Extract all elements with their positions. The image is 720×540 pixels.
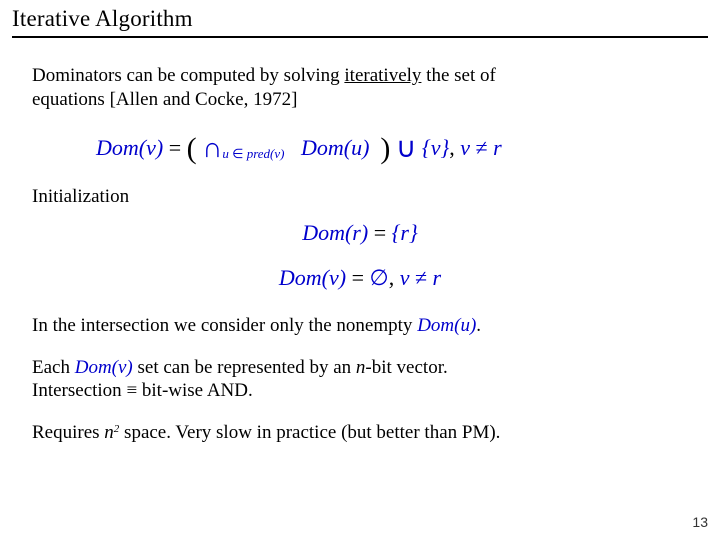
- empty-set-icon: ∅: [370, 265, 389, 290]
- note-bv-d: Intersection: [32, 380, 126, 401]
- eq-rparen: ): [380, 132, 390, 165]
- eq1-domr: Dom(r): [302, 220, 368, 245]
- note-int-domu: Dom(u): [417, 315, 476, 336]
- note-bv-e: bit-wise AND.: [137, 380, 253, 401]
- eq2-v: v: [400, 265, 415, 290]
- eq1-equals: =: [368, 220, 391, 245]
- page-number: 13: [692, 514, 708, 530]
- title-area: Iterative Algorithm: [0, 0, 720, 38]
- note-int-a: In the intersection we consider only the…: [32, 315, 417, 336]
- eq2-equals: =: [346, 265, 369, 290]
- note-intersection: In the intersection we consider only the…: [32, 314, 688, 338]
- intro-text-1b: the set of: [421, 65, 495, 86]
- eq-v: v: [460, 135, 475, 160]
- eq-r: r: [488, 135, 502, 160]
- eq-equals: =: [163, 135, 186, 160]
- not-equal-icon-2: ≠: [415, 265, 427, 290]
- note-cx-n: n: [104, 422, 114, 443]
- eq2-r: r: [427, 265, 441, 290]
- eq-sub-u: u: [222, 146, 232, 161]
- intro-iteratively: iteratively: [344, 65, 421, 86]
- slide: Iterative Algorithm Dominators can be co…: [0, 0, 720, 540]
- note-bv-n: n: [356, 357, 366, 378]
- slide-body: Dominators can be computed by solving it…: [0, 38, 720, 445]
- intro-paragraph: Dominators can be computed by solving it…: [32, 64, 688, 112]
- eq-domv: Dom(v): [96, 135, 163, 160]
- eq-sub-pred: pred(v): [243, 146, 284, 161]
- eq2-comma: ,: [389, 265, 400, 290]
- union-icon: ∪: [396, 133, 417, 164]
- note-complexity: Requires n2 space. Very slow in practice…: [32, 421, 688, 445]
- intro-text-2: equations [Allen and Cocke, 1972]: [32, 89, 297, 110]
- equivalent-icon: ≡: [126, 380, 137, 401]
- note-bitvector: Each Dom(v) set can be represented by an…: [32, 356, 688, 404]
- element-of-icon: ∈: [232, 146, 243, 161]
- eq-comma: ,: [449, 135, 460, 160]
- eq-setv: {v}: [416, 135, 449, 160]
- note-bv-c: -bit vector.: [365, 357, 447, 378]
- eq1-setr: {r}: [392, 220, 418, 245]
- eq-lparen: (: [187, 132, 197, 165]
- note-int-dot: .: [476, 315, 481, 336]
- intro-text-1: Dominators can be computed by solving: [32, 65, 344, 86]
- equation-init-r: Dom(r) = {r}: [32, 219, 688, 247]
- eq-sub: u ∈ pred(v): [222, 146, 284, 161]
- equation-init-v: Dom(v) = ∅, v ≠ r: [32, 264, 688, 292]
- equation-main: Dom(v) = ( ∩u ∈ pred(v) Dom(u) ) ∪ {v}, …: [96, 130, 688, 168]
- note-bv-b: set can be represented by an: [133, 357, 356, 378]
- intersection-icon: ∩: [202, 133, 222, 164]
- note-cx-a: Requires: [32, 422, 104, 443]
- not-equal-icon: ≠: [476, 135, 488, 160]
- note-bv-domv: Dom(v): [75, 357, 133, 378]
- note-cx-b: space. Very slow in practice (but better…: [119, 422, 500, 443]
- eq-domu: Dom(u): [301, 135, 369, 160]
- initialization-label: Initialization: [32, 185, 688, 209]
- note-bv-a: Each: [32, 357, 75, 378]
- slide-title: Iterative Algorithm: [12, 6, 708, 32]
- eq2-domv: Dom(v): [279, 265, 346, 290]
